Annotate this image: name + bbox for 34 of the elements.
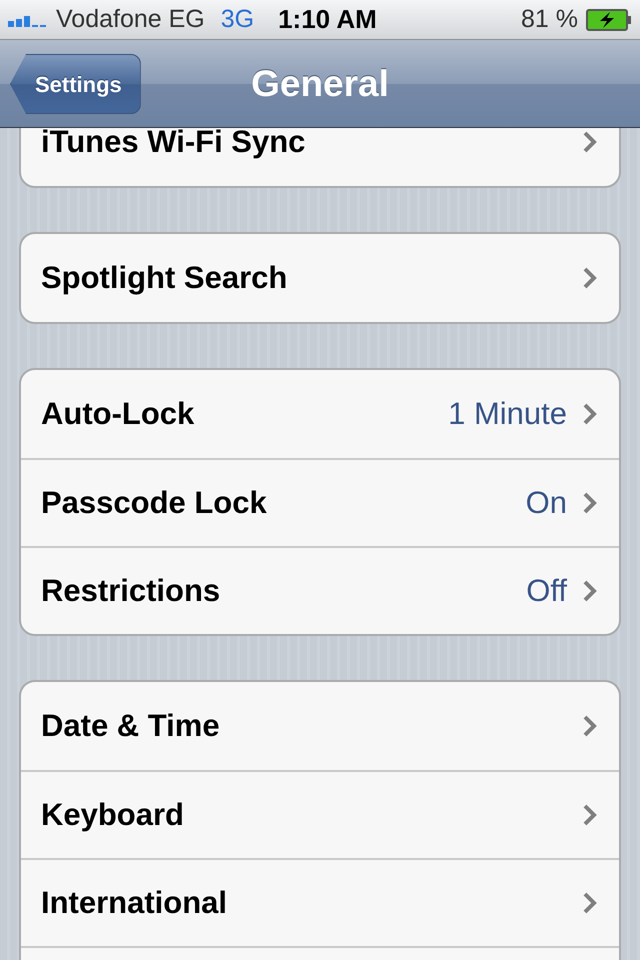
network-type: 3G <box>220 4 254 35</box>
chevron-icon <box>583 131 597 153</box>
chevron-icon <box>583 492 597 514</box>
row-label: Keyboard <box>41 796 184 834</box>
settings-row[interactable]: Restrictions Off <box>21 546 619 634</box>
row-value: Off <box>526 572 567 610</box>
row-label: iTunes Wi-Fi Sync <box>41 128 306 161</box>
settings-row[interactable]: Keyboard <box>21 770 619 858</box>
chevron-icon <box>583 715 597 737</box>
chevron-icon <box>583 403 597 425</box>
battery-percent: 81 % <box>521 4 578 35</box>
settings-row[interactable]: Auto-Lock 1 Minute <box>21 370 619 458</box>
carrier-name: Vodafone EG <box>56 4 205 35</box>
chevron-icon <box>583 267 597 289</box>
status-time: 1:10 AM <box>278 3 377 36</box>
battery-charging-icon <box>586 8 632 30</box>
chevron-icon <box>583 804 597 826</box>
row-label: Restrictions <box>41 572 220 610</box>
row-value: On <box>526 484 567 522</box>
row-label: Passcode Lock <box>41 484 267 522</box>
chevron-icon <box>583 580 597 602</box>
row-label: Date & Time <box>41 706 220 745</box>
row-value: 1 Minute <box>448 394 567 433</box>
back-button[interactable]: Settings <box>10 54 141 114</box>
chevron-icon <box>583 892 597 914</box>
row-label: Auto-Lock <box>41 394 194 433</box>
settings-row[interactable]: Date & Time <box>21 682 619 770</box>
settings-row[interactable]: iTunes Wi-Fi Sync <box>21 128 619 186</box>
row-label: International <box>41 884 228 922</box>
settings-row[interactable]: Passcode Lock On <box>21 458 619 546</box>
settings-row[interactable]: Spotlight Search <box>21 234 619 322</box>
row-label: Spotlight Search <box>41 258 288 297</box>
page-title: General <box>251 62 389 106</box>
settings-row[interactable]: International <box>21 858 619 946</box>
